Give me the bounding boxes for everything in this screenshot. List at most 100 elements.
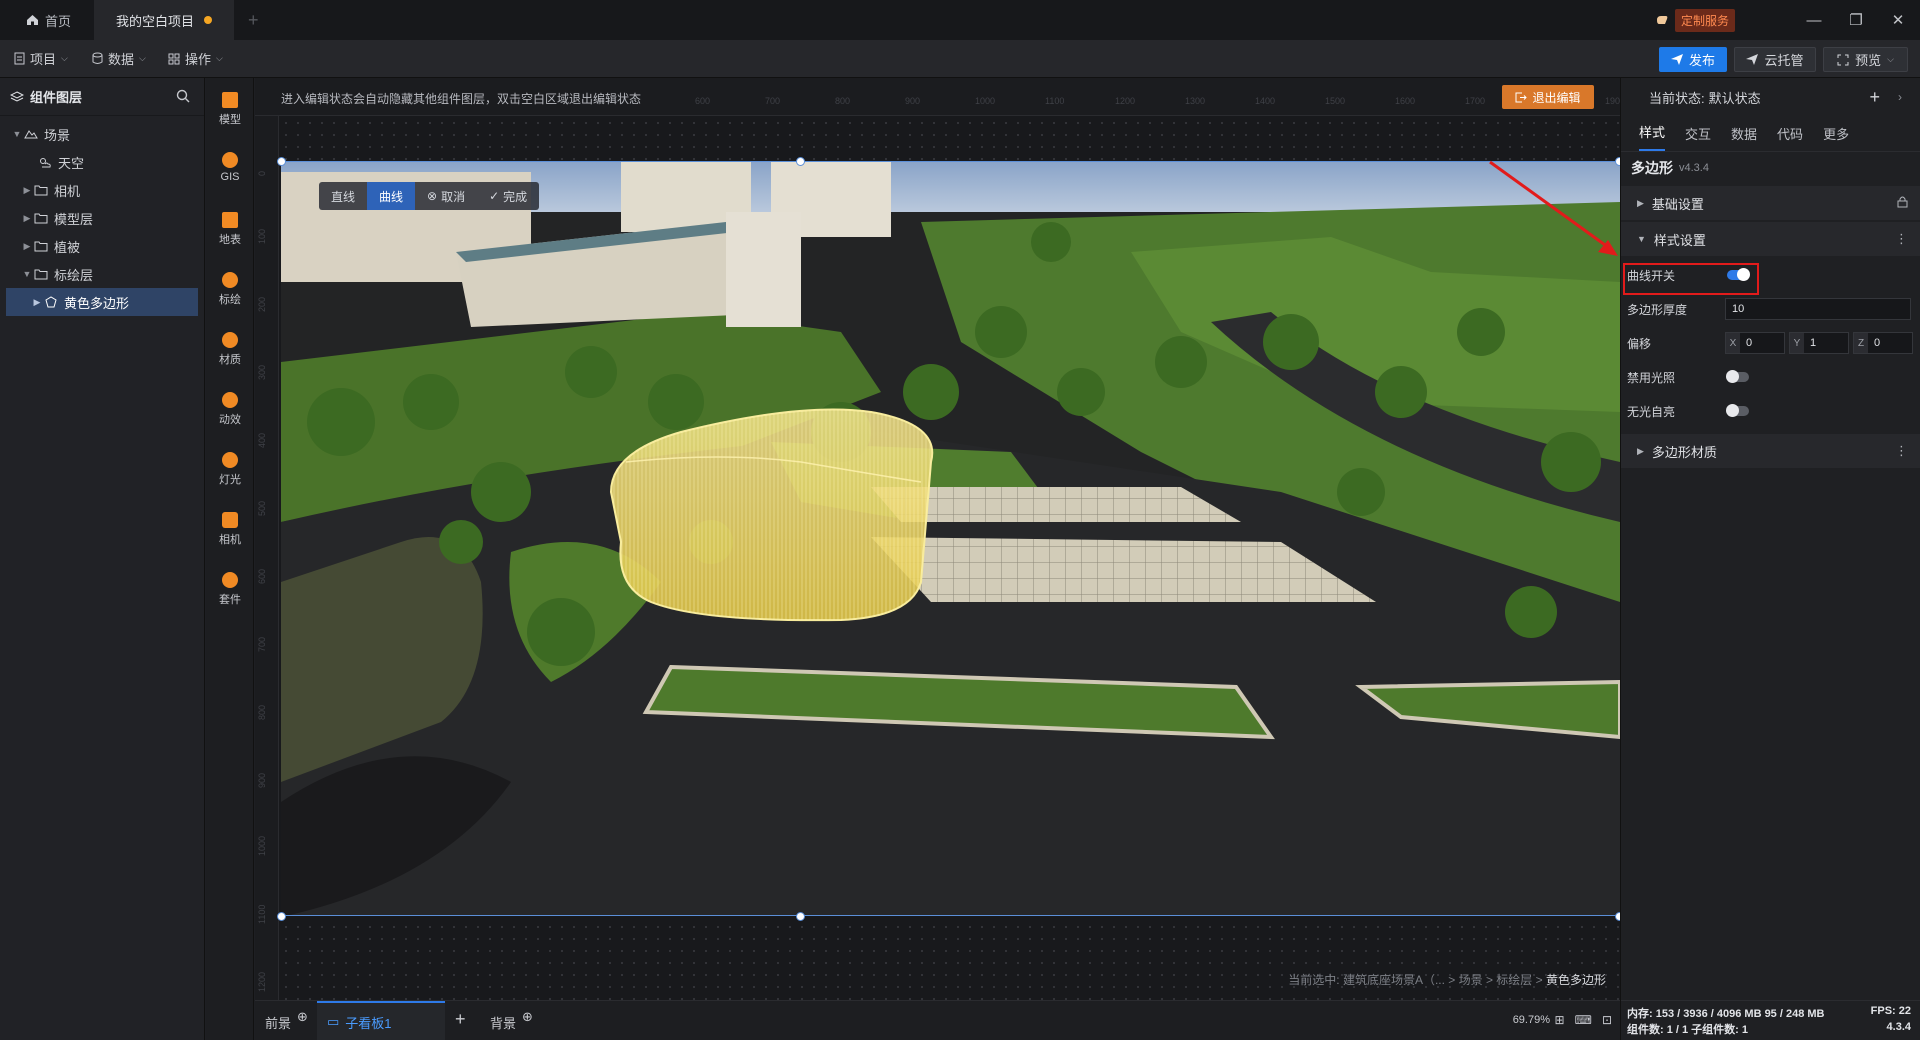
rail-material[interactable]: 材质 bbox=[206, 332, 254, 367]
rail-camera[interactable]: 相机 bbox=[206, 512, 254, 547]
folder-icon bbox=[34, 239, 50, 253]
rail-gis[interactable]: GIS bbox=[206, 152, 254, 183]
add-circle-icon[interactable]: ⊕ bbox=[522, 1009, 533, 1025]
caret-down-icon[interactable]: ▼ bbox=[20, 269, 34, 279]
scene-viewport[interactable]: 直线 曲线 ⊗ 取消 ✓ 完成 bbox=[281, 161, 1620, 916]
tree-item-camera[interactable]: ▶ 相机 bbox=[0, 176, 204, 204]
draw-done-button[interactable]: ✓ 完成 bbox=[477, 182, 539, 210]
rail-plot[interactable]: 标绘 bbox=[206, 272, 254, 307]
selection-handle-bottom-left[interactable] bbox=[277, 912, 286, 921]
tab-data[interactable]: 数据 bbox=[1731, 124, 1757, 151]
section-basic-settings[interactable]: ▶ 基础设置 bbox=[1621, 186, 1920, 220]
no-light-glow-toggle[interactable] bbox=[1726, 404, 1749, 417]
tree-item-model-layer[interactable]: ▶ 模型层 bbox=[0, 204, 204, 232]
tab-more[interactable]: 更多 bbox=[1823, 124, 1849, 151]
ruler-tick-label: 1700 bbox=[1465, 96, 1486, 106]
tab-project[interactable]: 我的空白项目 bbox=[94, 0, 234, 40]
scene-icon bbox=[24, 127, 40, 141]
menu-data[interactable]: 数据 ⌵ bbox=[92, 49, 146, 68]
rail-effects[interactable]: 动效 bbox=[206, 392, 254, 427]
caret-right-icon[interactable]: ▶ bbox=[20, 213, 34, 224]
ruler-tick-label: 900 bbox=[905, 96, 921, 106]
caret-down-icon: ▼ bbox=[1637, 234, 1646, 244]
keyboard-icon[interactable]: ⌨ bbox=[1575, 1013, 1592, 1027]
tree-item-vegetation[interactable]: ▶ 植被 bbox=[0, 232, 204, 260]
minimize-button[interactable]: — bbox=[1792, 0, 1836, 40]
zoom-level[interactable]: 69.79% bbox=[1513, 1014, 1550, 1026]
monitor-icon: ▭ bbox=[327, 1014, 340, 1029]
chevron-down-icon: ⌵ bbox=[216, 53, 223, 63]
add-tab-button[interactable]: + bbox=[248, 0, 259, 40]
search-icon[interactable] bbox=[176, 89, 190, 106]
menu-project[interactable]: 项目 ⌵ bbox=[14, 49, 68, 68]
thickness-input[interactable]: 10 bbox=[1725, 298, 1911, 320]
draw-line-button[interactable]: 直线 bbox=[319, 182, 367, 210]
fps-status: FPS: 22 bbox=[1870, 1005, 1911, 1017]
caret-right-icon[interactable]: ▶ bbox=[30, 297, 44, 308]
tab-style[interactable]: 样式 bbox=[1639, 122, 1666, 151]
chevron-right-icon[interactable]: › bbox=[1898, 90, 1902, 104]
tree-item-sky[interactable]: 天空 bbox=[0, 148, 204, 176]
rail-model[interactable]: 模型 bbox=[206, 92, 254, 127]
caret-down-icon[interactable]: ▼ bbox=[10, 129, 24, 139]
tree-item-label: 模型层 bbox=[54, 211, 94, 227]
offset-z-input[interactable]: Z0 bbox=[1853, 332, 1913, 354]
custom-service[interactable]: 定制服务 bbox=[1655, 8, 1735, 32]
lock-icon[interactable] bbox=[1897, 195, 1908, 211]
chevron-down-icon: ⌵ bbox=[139, 53, 146, 63]
fit-screen-icon[interactable]: ⊞ bbox=[1555, 1013, 1565, 1027]
close-button[interactable]: ✕ bbox=[1876, 0, 1920, 40]
tree-item-yellow-polygon[interactable]: ▶ 黄色多边形 bbox=[6, 288, 198, 316]
offset-x-input[interactable]: X0 bbox=[1725, 332, 1785, 354]
cancel-circle-icon: ⊗ bbox=[427, 189, 438, 203]
section-style-settings[interactable]: ▼ 样式设置 ⋮ bbox=[1621, 222, 1920, 256]
rail-surface[interactable]: 地表 bbox=[206, 212, 254, 247]
caret-right-icon: ▶ bbox=[1637, 197, 1644, 208]
title-tab-bar: 首页 我的空白项目 + 定制服务 — ❐ ✕ bbox=[0, 0, 1920, 40]
offset-y-input[interactable]: Y1 bbox=[1789, 332, 1849, 354]
rail-light[interactable]: 灯光 bbox=[206, 452, 254, 487]
tab-code[interactable]: 代码 bbox=[1777, 124, 1803, 151]
add-board-button[interactable]: + bbox=[455, 1009, 466, 1030]
caret-right-icon[interactable]: ▶ bbox=[20, 185, 34, 196]
caret-right-icon[interactable]: ▶ bbox=[20, 241, 34, 252]
draw-curve-button[interactable]: 曲线 bbox=[367, 182, 416, 210]
ruler-tick-label: 1300 bbox=[1185, 96, 1206, 106]
tree-item-plot-layer[interactable]: ▼ 标绘层 bbox=[0, 260, 204, 288]
restore-button[interactable]: ❐ bbox=[1834, 0, 1878, 40]
menu-operate[interactable]: 操作 ⌵ bbox=[168, 49, 223, 68]
tab-interaction[interactable]: 交互 bbox=[1685, 124, 1711, 151]
caret-right-icon: ▶ bbox=[1637, 445, 1644, 456]
rail-label: 地表 bbox=[219, 234, 241, 246]
breadcrumb-current[interactable]: 黄色多边形 bbox=[1546, 973, 1606, 987]
background-tab[interactable]: 背景 ⊕ bbox=[490, 1009, 533, 1032]
publish-button[interactable]: 发布 bbox=[1659, 47, 1727, 72]
terminal-icon[interactable]: ⊡ bbox=[1602, 1013, 1612, 1027]
chevron-down-icon: ⌵ bbox=[1887, 54, 1894, 64]
subboard-tab[interactable]: ▭ 子看板1 bbox=[317, 1001, 445, 1040]
add-circle-icon[interactable]: ⊕ bbox=[297, 1009, 308, 1025]
exit-icon bbox=[1515, 92, 1528, 102]
add-state-button[interactable]: + bbox=[1869, 87, 1880, 108]
ruler-tick-label: 700 bbox=[257, 636, 267, 652]
ruler-tick-label: 800 bbox=[257, 704, 267, 720]
tree-item-scene[interactable]: ▼ 场景 bbox=[0, 120, 204, 148]
exit-edit-button[interactable]: 退出编辑 bbox=[1502, 85, 1594, 109]
selection-handle-top[interactable] bbox=[796, 157, 805, 166]
selection-handle-bottom[interactable] bbox=[796, 912, 805, 921]
disable-light-toggle[interactable] bbox=[1726, 370, 1749, 383]
rail-kit[interactable]: 套件 bbox=[206, 572, 254, 607]
property-tabs: 样式 交互 数据 代码 更多 bbox=[1621, 116, 1920, 152]
foreground-tab[interactable]: 前景 ⊕ bbox=[265, 1009, 308, 1032]
cloud-hosting-button[interactable]: 云托管 bbox=[1734, 47, 1816, 72]
state-value[interactable]: 默认状态 bbox=[1709, 88, 1761, 107]
section-polygon-material[interactable]: ▶ 多边形材质 ⋮ bbox=[1621, 434, 1920, 468]
tab-home[interactable]: 首页 bbox=[0, 0, 94, 40]
selection-handle-top-left[interactable] bbox=[277, 157, 286, 166]
component-version: v4.3.4 bbox=[1679, 162, 1709, 174]
more-vertical-icon[interactable]: ⋮ bbox=[1895, 231, 1908, 247]
more-vertical-icon[interactable]: ⋮ bbox=[1895, 443, 1908, 459]
draw-cancel-button[interactable]: ⊗ 取消 bbox=[415, 182, 477, 210]
chevron-down-icon: ⌵ bbox=[61, 53, 68, 63]
preview-button[interactable]: 预览 ⌵ bbox=[1823, 47, 1908, 72]
